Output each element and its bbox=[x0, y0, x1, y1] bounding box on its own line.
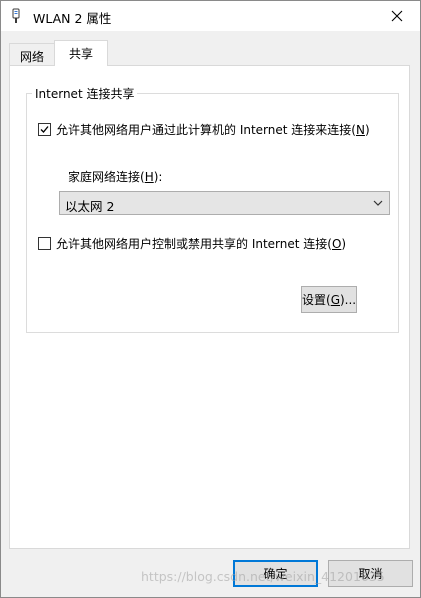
close-button[interactable] bbox=[374, 1, 420, 31]
chevron-down-icon bbox=[373, 200, 383, 206]
window-title: WLAN 2 属性 bbox=[33, 11, 112, 26]
sharing-panel: Internet 连接共享 允许其他网络用户通过此计算机的 Internet 连… bbox=[9, 65, 410, 549]
close-icon bbox=[391, 10, 403, 22]
home-network-select[interactable]: 以太网 2 bbox=[59, 191, 390, 215]
ok-button[interactable]: 确定 bbox=[233, 560, 318, 587]
properties-dialog: WLAN 2 属性 网络 共享 Internet 连接共享 允许其他网络用户通过… bbox=[0, 0, 421, 598]
cancel-button[interactable]: 取消 bbox=[328, 560, 413, 587]
allow-control-label[interactable]: 允许其他网络用户控制或禁用共享的 Internet 连接(O) bbox=[56, 235, 346, 252]
tab-sharing[interactable]: 共享 bbox=[54, 40, 108, 66]
allow-share-label[interactable]: 允许其他网络用户通过此计算机的 Internet 连接来连接(N) bbox=[56, 121, 370, 138]
tab-network[interactable]: 网络 bbox=[9, 43, 55, 65]
title-bar: WLAN 2 属性 bbox=[1, 1, 420, 31]
home-network-label: 家庭网络连接(H): bbox=[68, 170, 163, 184]
settings-label: 设置(G)... bbox=[302, 293, 357, 307]
allow-control-checkbox[interactable] bbox=[38, 237, 51, 250]
network-adapter-icon bbox=[12, 8, 20, 23]
allow-share-checkbox[interactable] bbox=[38, 123, 51, 136]
settings-button[interactable]: 设置(G)... bbox=[301, 286, 358, 313]
ics-groupbox: Internet 连接共享 允许其他网络用户通过此计算机的 Internet 连… bbox=[26, 85, 399, 333]
group-legend: Internet 连接共享 bbox=[32, 85, 138, 102]
selected-connection: 以太网 2 bbox=[65, 199, 115, 214]
tab-label: 共享 bbox=[68, 47, 93, 61]
check-icon bbox=[40, 126, 49, 133]
tab-label: 网络 bbox=[19, 50, 44, 64]
